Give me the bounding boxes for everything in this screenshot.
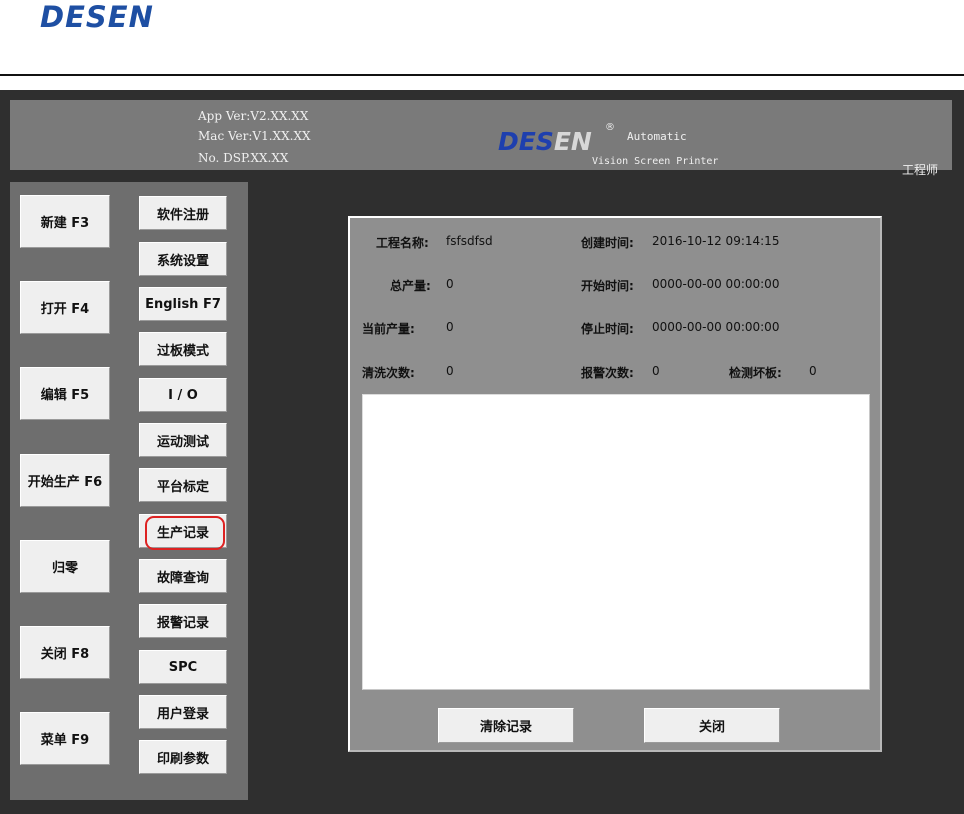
spc-button[interactable]: SPC xyxy=(139,650,227,684)
logo-des: DES xyxy=(498,127,554,156)
desen-brand-logo: DESEN xyxy=(498,127,592,156)
total-output-value: 0 xyxy=(446,277,454,291)
product-subtitle: Vision Screen Printer xyxy=(592,156,719,167)
project-name-value: fsfsdfsd xyxy=(446,234,493,248)
system-settings-button[interactable]: 系统设置 xyxy=(139,242,227,276)
current-output-value: 0 xyxy=(446,320,454,334)
edit-button[interactable]: 编辑 F5 xyxy=(20,367,110,420)
platform-calibration-button[interactable]: 平台标定 xyxy=(139,468,227,502)
start-time-label: 开始时间: xyxy=(581,279,634,293)
production-record-dialog: 工程名称: fsfsdfsd 创建时间: 2016-10-12 09:14:15… xyxy=(348,216,882,752)
clean-count-value: 0 xyxy=(446,364,454,378)
clean-count-label: 清洗次数: xyxy=(362,366,415,380)
current-output-label: 当前产量: xyxy=(362,322,415,336)
motion-test-button[interactable]: 运动测试 xyxy=(139,423,227,457)
bad-board-label: 检测坏板: xyxy=(729,366,782,380)
app-header: App Ver:V2.XX.XX Mac Ver:V1.XX.XX No. DS… xyxy=(10,100,952,177)
automatic-label: Automatic xyxy=(627,130,687,143)
desen-doc-logo: DESEN xyxy=(40,0,154,34)
print-parameters-button[interactable]: 印刷参数 xyxy=(139,740,227,774)
production-record-button[interactable]: 生产记录 xyxy=(139,514,227,548)
bad-board-value: 0 xyxy=(809,364,817,378)
project-name-label: 工程名称: xyxy=(376,236,429,250)
user-login-button[interactable]: 用户登录 xyxy=(139,695,227,729)
alarm-count-value: 0 xyxy=(652,364,660,378)
logo-en: EN xyxy=(553,127,592,156)
record-log-area[interactable] xyxy=(362,394,870,690)
board-mode-button[interactable]: 过板模式 xyxy=(139,332,227,366)
io-button[interactable]: I / O xyxy=(139,378,227,412)
new-button[interactable]: 新建 F3 xyxy=(20,195,110,248)
total-output-label: 总产量: xyxy=(390,279,431,293)
registered-mark: ® xyxy=(605,122,615,133)
stop-time-label: 停止时间: xyxy=(581,322,634,336)
alarm-record-button[interactable]: 报警记录 xyxy=(139,604,227,638)
software-register-button[interactable]: 软件注册 xyxy=(139,196,227,230)
create-time-label: 创建时间: xyxy=(581,236,634,250)
alarm-count-label: 报警次数: xyxy=(581,366,634,380)
left-menu-panel: 新建 F3 打开 F4 编辑 F5 开始生产 F6 归零 关闭 F8 菜单 F9… xyxy=(10,182,248,800)
mac-version: Mac Ver:V1.XX.XX xyxy=(198,129,311,143)
stop-time-value: 0000-00-00 00:00:00 xyxy=(652,320,780,334)
clear-record-button[interactable]: 清除记录 xyxy=(438,708,574,743)
dsp-number: No. DSP.XX.XX xyxy=(198,151,289,165)
open-button[interactable]: 打开 F4 xyxy=(20,281,110,334)
close-dialog-button[interactable]: 关闭 xyxy=(644,708,780,743)
header-divider xyxy=(0,74,964,76)
fault-query-button[interactable]: 故障查询 xyxy=(139,559,227,593)
menu-button[interactable]: 菜单 F9 xyxy=(20,712,110,765)
start-production-button[interactable]: 开始生产 F6 xyxy=(20,454,110,507)
app-window: App Ver:V2.XX.XX Mac Ver:V1.XX.XX No. DS… xyxy=(0,90,964,814)
close-app-button[interactable]: 关闭 F8 xyxy=(20,626,110,679)
create-time-value: 2016-10-12 09:14:15 xyxy=(652,234,780,248)
app-version: App Ver:V2.XX.XX xyxy=(198,109,309,123)
home-button[interactable]: 归零 xyxy=(20,540,110,593)
start-time-value: 0000-00-00 00:00:00 xyxy=(652,277,780,291)
user-role: 工程师 xyxy=(901,163,938,177)
english-button[interactable]: English F7 xyxy=(139,287,227,321)
